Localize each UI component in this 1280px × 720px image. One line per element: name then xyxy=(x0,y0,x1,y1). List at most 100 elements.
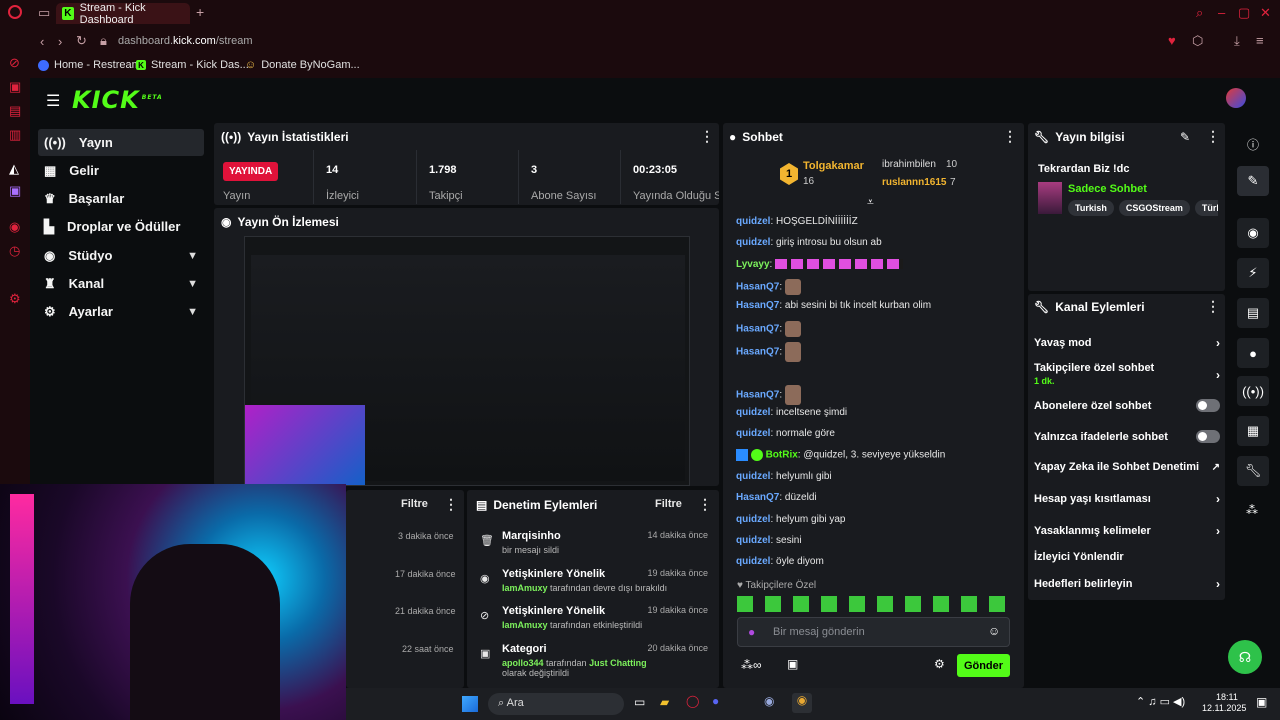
gifter-2-name[interactable]: ibrahimbilen xyxy=(882,159,936,170)
stats-menu-icon[interactable]: ⋮ xyxy=(700,128,714,145)
opera-taskbar-icon[interactable]: ◯ xyxy=(686,694,699,708)
chat-username[interactable]: HasanQ7 xyxy=(736,390,779,401)
chat-settings-icon[interactable]: ⚙ xyxy=(934,657,945,671)
sidebar-kick-icon[interactable]: ◭ xyxy=(9,162,19,175)
sidebar-chat-icon[interactable]: ▤ xyxy=(9,104,21,117)
menu-icon[interactable]: ≡ xyxy=(1256,34,1264,47)
workspaces-icon[interactable]: ▭ xyxy=(38,6,50,19)
rail-lightning-button[interactable]: ⚡︎ xyxy=(1237,258,1269,288)
mic-icon[interactable]: ● xyxy=(748,625,755,639)
explorer-icon[interactable]: ▰ xyxy=(660,695,669,709)
user-avatar[interactable] xyxy=(1226,88,1246,108)
edit-icon[interactable]: ✎ xyxy=(1180,130,1190,144)
new-tab-button[interactable]: + xyxy=(196,5,204,19)
chat-username[interactable]: BotRix xyxy=(766,450,798,461)
chat-input[interactable]: ● Bir mesaj gönderin ☺ xyxy=(737,617,1010,647)
steam-icon[interactable]: ◉ xyxy=(764,694,774,708)
reload-icon[interactable]: ↻ xyxy=(76,34,87,47)
chrome-icon[interactable]: ◉ xyxy=(792,693,812,713)
activity-menu-icon[interactable]: ⋮ xyxy=(444,496,458,513)
pinned-collapse-icon[interactable]: ⩡ xyxy=(867,195,874,210)
top-gifter-name[interactable]: Tolgakamar xyxy=(803,160,864,172)
hamburger-icon[interactable]: ☰ xyxy=(46,91,60,111)
chat-username[interactable]: quidzel xyxy=(736,556,770,567)
chat-username[interactable]: quidzel xyxy=(736,471,770,482)
sidebar-twitch2-icon[interactable]: ▣ xyxy=(9,184,21,197)
nav-item-yayin[interactable]: ((•)) Yayın xyxy=(38,129,204,156)
extensions-icon[interactable]: ⬡ xyxy=(1192,34,1203,47)
back-icon[interactable]: ‹ xyxy=(40,35,44,48)
tag-pill[interactable]: CSGOStream xyxy=(1118,200,1190,216)
chat-username[interactable]: Lyvayy xyxy=(736,259,770,270)
rail-edit-button[interactable]: ✎ xyxy=(1237,166,1269,196)
emote-chat-toggle[interactable] xyxy=(1196,430,1220,443)
nav-item-ayarlar[interactable]: ⚙ Ayarlar ▼ xyxy=(38,298,204,325)
sidebar-twitch-icon[interactable]: ▣ xyxy=(9,80,21,93)
support-chat-button[interactable]: ☊ xyxy=(1228,640,1262,674)
chat-username[interactable]: HasanQ7 xyxy=(736,492,779,503)
forward-icon[interactable]: › xyxy=(58,35,62,48)
sidebar-player-icon[interactable]: ◉ xyxy=(9,220,20,233)
tag-pill[interactable]: Türkç xyxy=(1194,200,1218,216)
stream-preview-video[interactable] xyxy=(244,236,690,486)
task-view-icon[interactable]: ▭ xyxy=(634,695,645,709)
nav-item-kanal[interactable]: ♜ Kanal ▼ xyxy=(38,270,204,297)
nav-item-studyo[interactable]: ◉ Stüdyo ▼ xyxy=(38,242,204,269)
rail-layout-button[interactable]: ▦ xyxy=(1237,416,1269,446)
stream-info-menu-icon[interactable]: ⋮ xyxy=(1206,128,1220,145)
minimize-icon[interactable]: – xyxy=(1218,6,1225,19)
search-tabs-icon[interactable]: ⌕ xyxy=(1196,6,1203,19)
rail-notes-button[interactable]: ▤ xyxy=(1237,298,1269,328)
rail-chat-button[interactable]: ● xyxy=(1237,338,1269,368)
nav-item-gelir[interactable]: ▦ Gelir xyxy=(38,157,204,184)
bookmark-donate[interactable]: ☺ Donate ByNoGam... xyxy=(245,59,360,71)
discord-icon[interactable]: ● xyxy=(712,694,719,708)
emote-bar[interactable] xyxy=(737,596,1007,612)
bookmark-heart-icon[interactable]: ♥ xyxy=(1168,34,1176,47)
store-icon[interactable]: ▣ xyxy=(787,657,798,671)
rail-wrench-button[interactable]: 🔧︎ xyxy=(1237,456,1269,486)
nav-item-droplar[interactable]: ▙ Droplar ve Ödüller xyxy=(38,213,204,240)
loyalty-icon[interactable]: ⁂∞ xyxy=(741,658,762,672)
action-follower-chat[interactable]: Takipçilere özel sohbet 1 dk. › xyxy=(1034,362,1220,386)
category-name[interactable]: Sadece Sohbet xyxy=(1068,183,1147,195)
action-host[interactable]: İzleyici Yönlendir xyxy=(1034,551,1220,563)
emoji-icon[interactable]: ☺ xyxy=(988,624,1000,638)
chat-username[interactable]: quidzel xyxy=(736,407,770,418)
kick-logo[interactable]: KICK BETA xyxy=(72,86,163,114)
rail-broadcast-button[interactable]: ((•)) xyxy=(1237,376,1269,406)
sidebar-history-icon[interactable]: ◷ xyxy=(9,244,20,257)
chat-username[interactable]: quidzel xyxy=(736,514,770,525)
rail-more-icon[interactable]: ⁂ xyxy=(1246,503,1258,517)
bookmark-kick[interactable]: K Stream - Kick Das... xyxy=(136,59,249,71)
taskbar-search[interactable]: ⌕ Ara xyxy=(488,693,624,715)
start-icon[interactable] xyxy=(462,696,478,712)
help-info-icon[interactable]: ⓘ xyxy=(1247,136,1259,153)
action-slow-mode[interactable]: Yavaş mod › xyxy=(1034,336,1220,350)
action-goals[interactable]: Hedefleri belirleyin › xyxy=(1034,577,1220,591)
chat-username[interactable]: quidzel xyxy=(736,216,770,227)
maximize-icon[interactable]: ▢ xyxy=(1238,6,1250,19)
action-account-age[interactable]: Hesap yaşı kısıtlaması › xyxy=(1034,492,1220,506)
action-emote-chat[interactable]: Yalnızca ifadelerle sohbet xyxy=(1034,430,1220,443)
opera-logo-icon[interactable] xyxy=(8,5,22,19)
chat-username[interactable]: quidzel xyxy=(736,237,770,248)
chat-username[interactable]: HasanQ7 xyxy=(736,282,779,293)
sidebar-settings-icon[interactable]: ⚙ xyxy=(9,292,21,305)
sidebar-opera-icon[interactable]: ⊘ xyxy=(9,56,20,69)
mod-log-filter-button[interactable]: Filtre xyxy=(655,498,682,510)
close-window-icon[interactable]: ✕ xyxy=(1260,6,1271,19)
chat-username[interactable]: HasanQ7 xyxy=(736,347,779,358)
action-banned-words[interactable]: Yasaklanmış kelimeler › xyxy=(1034,524,1220,538)
chat-menu-icon[interactable]: ⋮ xyxy=(1003,128,1017,145)
download-icon[interactable]: ⤓ xyxy=(1234,34,1240,47)
tray-icons[interactable]: ⌃ ♫ ▭ ◀︎) xyxy=(1136,695,1185,708)
chat-username[interactable]: HasanQ7 xyxy=(736,324,779,335)
channel-actions-menu-icon[interactable]: ⋮ xyxy=(1206,298,1220,315)
rail-preview-button[interactable]: ◉ xyxy=(1237,218,1269,248)
sub-chat-toggle[interactable] xyxy=(1196,399,1220,412)
send-button[interactable]: Gönder xyxy=(957,654,1010,677)
url-field[interactable]: dashboard.kick.com/stream xyxy=(118,35,253,47)
nav-item-basarilar[interactable]: ♛ Başarılar xyxy=(38,185,204,212)
action-ai-moderation[interactable]: Yapay Zeka ile Sohbet Denetimi ↗ xyxy=(1034,461,1220,473)
